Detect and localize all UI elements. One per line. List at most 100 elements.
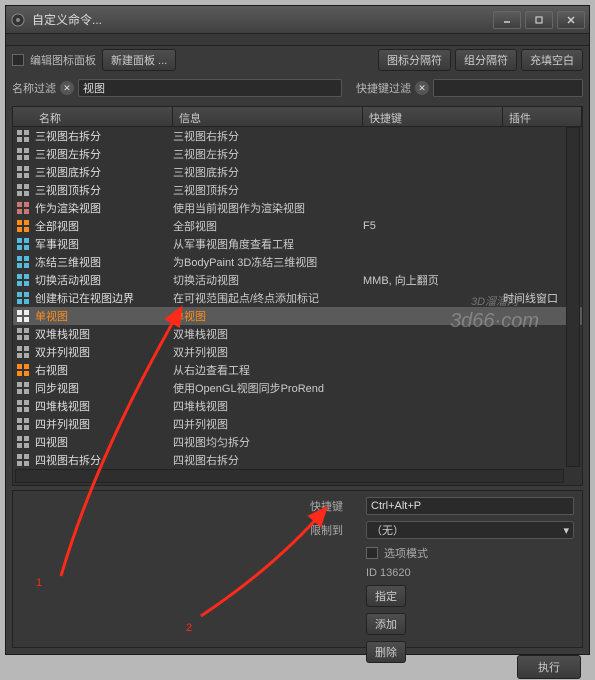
row-info: 全部视图 bbox=[173, 218, 363, 234]
window-title: 自定义命令... bbox=[32, 11, 493, 28]
assign-button[interactable]: 指定 bbox=[366, 585, 406, 607]
row-icon bbox=[13, 309, 33, 323]
restrict-label: 限制到 bbox=[310, 522, 360, 538]
table-row[interactable]: 三视图顶拆分三视图顶拆分 bbox=[13, 181, 582, 199]
name-filter-label: 名称过滤 bbox=[12, 80, 56, 96]
new-panel-button[interactable]: 新建面板 ... bbox=[102, 49, 176, 71]
row-icon bbox=[13, 219, 33, 233]
restrict-value: （无） bbox=[371, 522, 404, 538]
name-filter-clear[interactable]: ✕ bbox=[60, 81, 74, 95]
row-name: 三视图左拆分 bbox=[33, 146, 173, 162]
table-row[interactable]: 创建标记在视图边界在可视范围起点/终点添加标记时间线窗口 bbox=[13, 289, 582, 307]
col-plugin[interactable]: 插件 bbox=[503, 107, 582, 126]
option-mode-checkbox[interactable] bbox=[366, 547, 378, 559]
minimize-button[interactable] bbox=[493, 11, 521, 29]
row-name: 单视图 bbox=[33, 308, 173, 324]
table-row[interactable]: 三视图右拆分三视图右拆分 bbox=[13, 127, 582, 145]
row-info: 从军事视图角度查看工程 bbox=[173, 236, 363, 252]
row-info: 三视图左拆分 bbox=[173, 146, 363, 162]
table-row[interactable]: 单视图单视图 bbox=[13, 307, 582, 325]
row-info: 使用OpenGL视图同步ProRend bbox=[173, 380, 363, 396]
add-button[interactable]: 添加 bbox=[366, 613, 406, 635]
row-info: 在可视范围起点/终点添加标记 bbox=[173, 290, 363, 306]
row-icon bbox=[13, 399, 33, 413]
col-shortcut[interactable]: 快捷键 bbox=[363, 107, 503, 126]
row-name: 同步视图 bbox=[33, 380, 173, 396]
table-row[interactable]: 双并列视图双并列视图 bbox=[13, 343, 582, 361]
row-name: 军事视图 bbox=[33, 236, 173, 252]
chevron-down-icon: ▾ bbox=[563, 524, 569, 537]
table-row[interactable]: 同步视图使用OpenGL视图同步ProRend bbox=[13, 379, 582, 397]
row-info: 三视图右拆分 bbox=[173, 128, 363, 144]
col-info[interactable]: 信息 bbox=[173, 107, 363, 126]
row-name: 切换活动视图 bbox=[33, 272, 173, 288]
command-table: 名称 信息 快捷键 插件 三视图右拆分三视图右拆分三视图左拆分三视图左拆分三视图… bbox=[12, 106, 583, 486]
horizontal-scrollbar[interactable] bbox=[15, 469, 564, 483]
table-row[interactable]: 四视图四视图均匀拆分 bbox=[13, 433, 582, 451]
row-name: 四视图右拆分 bbox=[33, 452, 173, 468]
row-icon bbox=[13, 453, 33, 467]
titlebar: 自定义命令... bbox=[6, 6, 589, 34]
name-filter-input[interactable] bbox=[78, 79, 342, 97]
row-info: 四并列视图 bbox=[173, 416, 363, 432]
row-info: 双堆栈视图 bbox=[173, 326, 363, 342]
row-name: 作为渲染视图 bbox=[33, 200, 173, 216]
table-row[interactable]: 三视图底拆分三视图底拆分 bbox=[13, 163, 582, 181]
row-icon bbox=[13, 255, 33, 269]
shortcut-input[interactable] bbox=[366, 497, 574, 515]
table-row[interactable]: 四视图右拆分四视图右拆分 bbox=[13, 451, 582, 469]
shortcut-filter-input[interactable] bbox=[433, 79, 583, 97]
table-row[interactable]: 切换活动视图切换活动视图MMB, 向上翻页 bbox=[13, 271, 582, 289]
col-name[interactable]: 名称 bbox=[33, 107, 173, 126]
row-name: 四堆栈视图 bbox=[33, 398, 173, 414]
row-info: 双并列视图 bbox=[173, 344, 363, 360]
icon-separator-button[interactable]: 图标分隔符 bbox=[378, 49, 451, 71]
row-name: 双并列视图 bbox=[33, 344, 173, 360]
row-name: 三视图底拆分 bbox=[33, 164, 173, 180]
table-row[interactable]: 冻结三维视图为BodyPaint 3D冻结三维视图 bbox=[13, 253, 582, 271]
row-shortcut: F5 bbox=[363, 220, 503, 232]
row-info: 四视图右拆分 bbox=[173, 452, 363, 468]
id-text: ID 13620 bbox=[366, 567, 416, 579]
shortcut-filter-clear[interactable]: ✕ bbox=[415, 81, 429, 95]
gripper-bar[interactable] bbox=[6, 34, 589, 46]
group-separator-button[interactable]: 组分隔符 bbox=[455, 49, 517, 71]
row-info: 为BodyPaint 3D冻结三维视图 bbox=[173, 254, 363, 270]
restrict-select[interactable]: （无） ▾ bbox=[366, 521, 574, 539]
table-row[interactable]: 四并列视图四并列视图 bbox=[13, 415, 582, 433]
row-icon bbox=[13, 363, 33, 377]
maximize-button[interactable] bbox=[525, 11, 553, 29]
table-row[interactable]: 右视图从右边查看工程 bbox=[13, 361, 582, 379]
row-shortcut: MMB, 向上翻页 bbox=[363, 272, 503, 288]
table-row[interactable]: 作为渲染视图使用当前视图作为渲染视图 bbox=[13, 199, 582, 217]
row-name: 三视图顶拆分 bbox=[33, 182, 173, 198]
table-row[interactable]: 军事视图从军事视图角度查看工程 bbox=[13, 235, 582, 253]
row-name: 四并列视图 bbox=[33, 416, 173, 432]
row-name: 冻结三维视图 bbox=[33, 254, 173, 270]
row-name: 双堆栈视图 bbox=[33, 326, 173, 342]
row-icon bbox=[13, 327, 33, 341]
row-icon bbox=[13, 435, 33, 449]
row-icon bbox=[13, 237, 33, 251]
close-button[interactable] bbox=[557, 11, 585, 29]
row-info: 切换活动视图 bbox=[173, 272, 363, 288]
vertical-scrollbar[interactable] bbox=[566, 127, 580, 467]
row-info: 四视图均匀拆分 bbox=[173, 434, 363, 450]
fill-blank-button[interactable]: 充填空白 bbox=[521, 49, 583, 71]
edit-icon-panel-checkbox[interactable] bbox=[12, 54, 24, 66]
execute-button[interactable]: 执行 bbox=[517, 655, 581, 679]
table-row[interactable]: 全部视图全部视图F5 bbox=[13, 217, 582, 235]
filter-row: 名称过滤 ✕ 快捷键过滤 ✕ bbox=[6, 74, 589, 102]
table-row[interactable]: 三视图左拆分三视图左拆分 bbox=[13, 145, 582, 163]
row-icon bbox=[13, 183, 33, 197]
row-icon bbox=[13, 345, 33, 359]
row-name: 全部视图 bbox=[33, 218, 173, 234]
detail-panel: 快捷键 限制到 （无）▾ 选项模式 ID 13620 指定 添加 删除 bbox=[12, 490, 583, 648]
row-info: 单视图 bbox=[173, 308, 363, 324]
row-icon bbox=[13, 291, 33, 305]
app-icon bbox=[10, 12, 26, 28]
table-row[interactable]: 双堆栈视图双堆栈视图 bbox=[13, 325, 582, 343]
table-row[interactable]: 四堆栈视图四堆栈视图 bbox=[13, 397, 582, 415]
edit-icon-panel-label: 编辑图标面板 bbox=[30, 52, 96, 68]
row-name: 创建标记在视图边界 bbox=[33, 290, 173, 306]
